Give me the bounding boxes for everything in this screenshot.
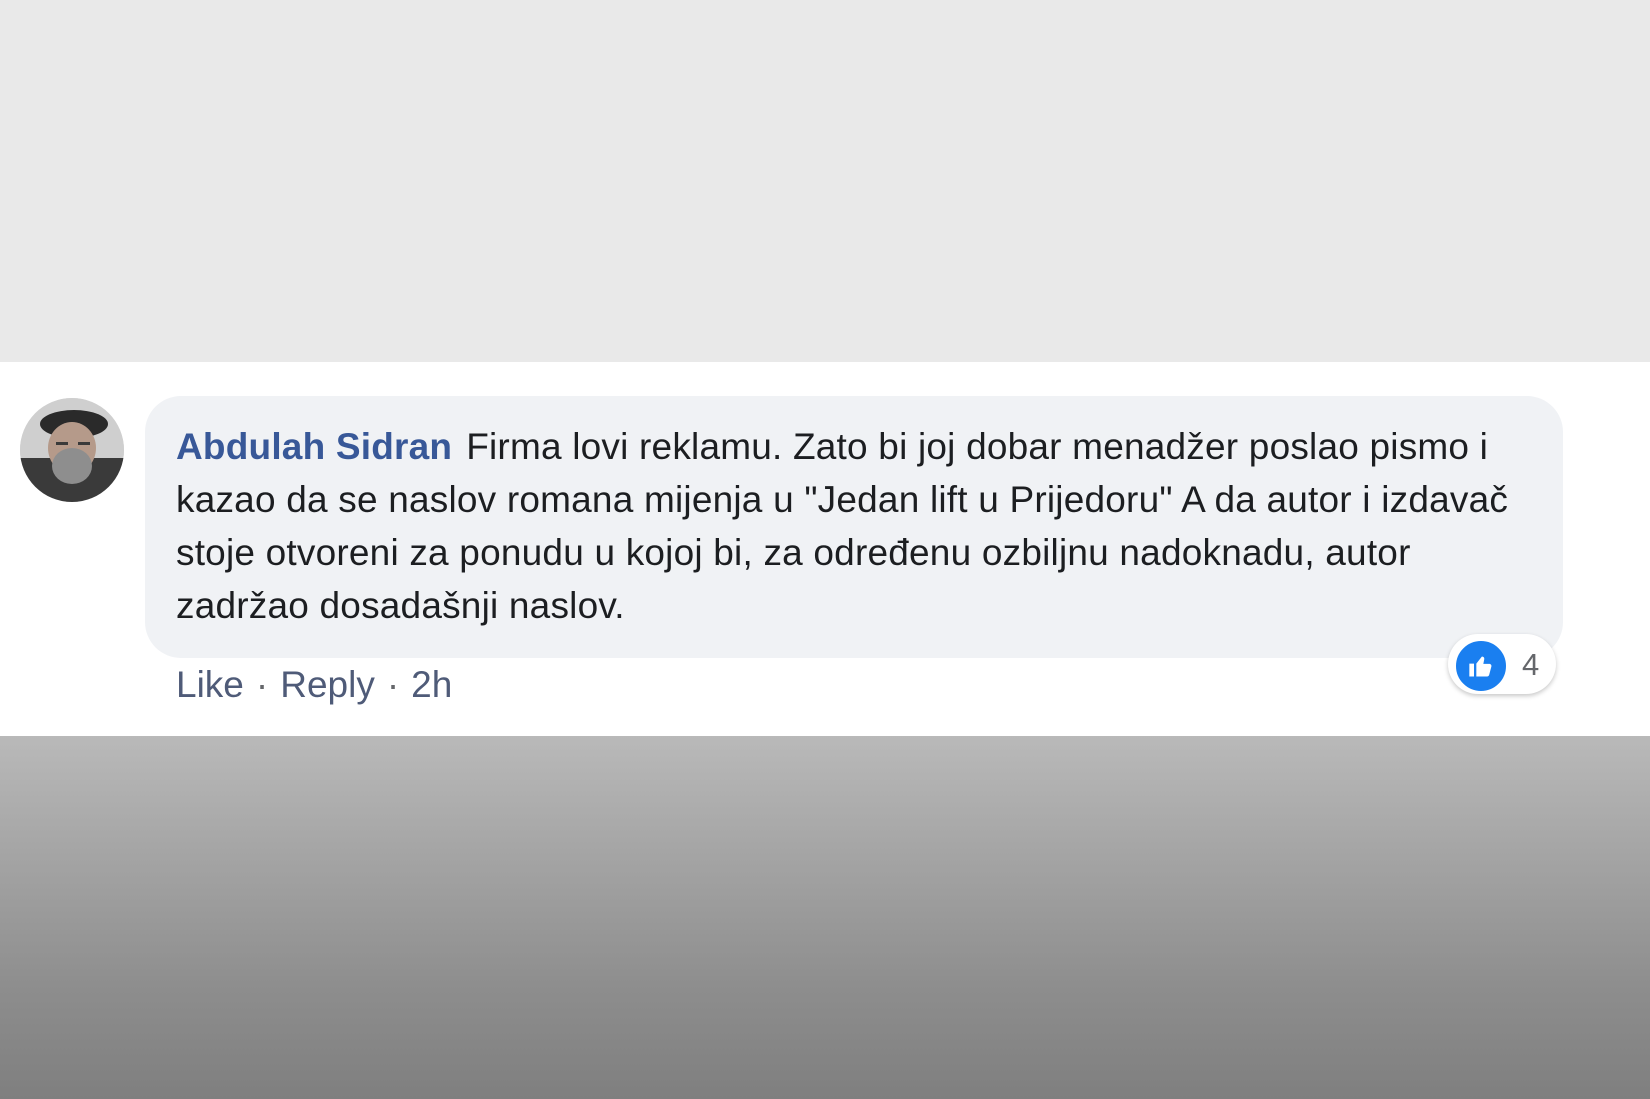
action-separator: · [255, 664, 269, 705]
comment-body: Abdulah Sidran Firma lovi reklamu. Zato b… [176, 420, 1546, 632]
author-name-link[interactable]: Abdulah Sidran [176, 426, 452, 467]
reply-link[interactable]: Reply [280, 664, 375, 706]
reaction-count: 4 [1522, 647, 1540, 682]
top-background-band [0, 0, 1650, 362]
comment-actions: Like · Reply · 2h [176, 664, 452, 706]
reaction-summary[interactable]: 4 [1448, 634, 1556, 694]
bottom-background-band [0, 736, 1650, 1099]
comment-timestamp[interactable]: 2h [411, 664, 452, 706]
author-avatar[interactable] [20, 398, 124, 502]
avatar-photo-icon [20, 398, 124, 502]
like-link[interactable]: Like [176, 664, 244, 706]
action-separator: · [386, 664, 400, 705]
like-thumb-icon [1454, 639, 1508, 693]
